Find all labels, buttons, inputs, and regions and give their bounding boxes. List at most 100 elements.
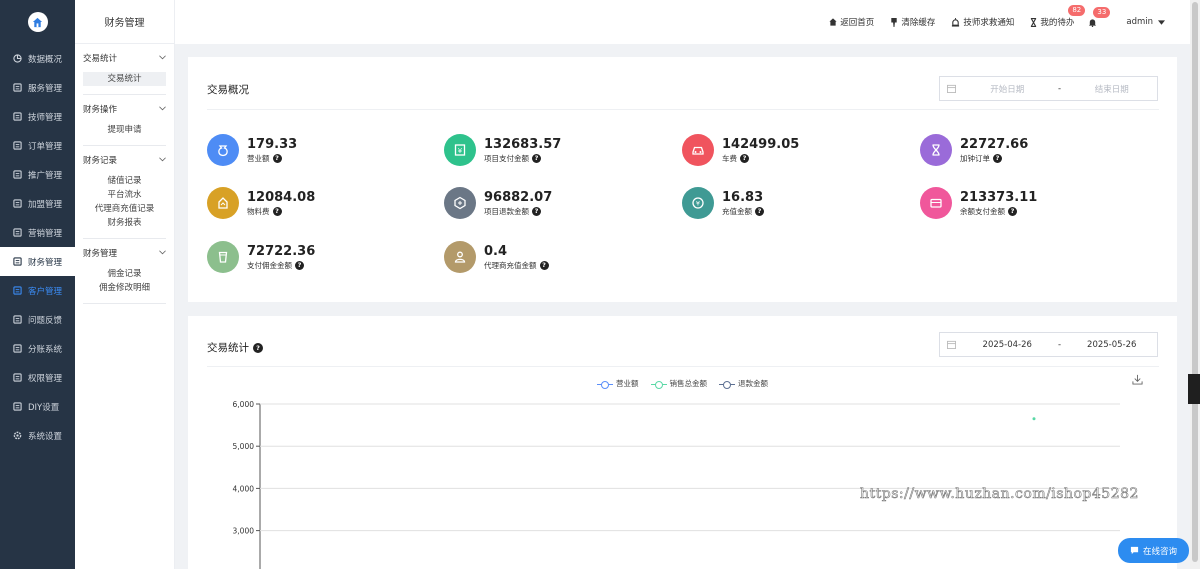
stat-label-text: 车费 <box>722 153 737 163</box>
stat-label-text: 加钟订单 <box>960 153 990 163</box>
nav-item-13[interactable]: DIY设置 <box>0 392 75 421</box>
help-icon[interactable]: ? <box>272 153 282 163</box>
nav-item-8[interactable]: 财务管理 <box>0 247 75 276</box>
user-name: admin <box>1126 17 1153 27</box>
stat-value: 16.83 <box>722 189 764 205</box>
nav-item-label: 数据概况 <box>28 54 63 65</box>
nav-item-label: 权限管理 <box>28 373 63 384</box>
nav-item-label: 营销管理 <box>28 228 63 239</box>
y-tick-label: 4,000 <box>233 484 255 493</box>
nav-item-11[interactable]: 分账系统 <box>0 334 75 363</box>
marketing-icon <box>12 228 22 238</box>
end-date-input[interactable]: 结束日期 <box>1067 83 1158 95</box>
todo-button[interactable]: 我的待办 82 <box>1030 5 1086 28</box>
stat-label: 支付佣金金额? <box>247 260 315 271</box>
nav-item-3[interactable]: 技师管理 <box>0 102 75 131</box>
nav-item-10[interactable]: 问题反馈 <box>0 305 75 334</box>
stat-value: 179.33 <box>247 136 298 152</box>
overview-date-range[interactable]: 开始日期 - 结束日期 <box>939 76 1158 101</box>
submenu-group: 财务管理 佣金记录 佣金修改明细 <box>83 239 166 304</box>
y-tick-label: 6,000 <box>233 400 255 409</box>
stat-value: 12084.08 <box>247 189 316 205</box>
scroll-thumb[interactable] <box>1192 2 1198 562</box>
submenu-item[interactable]: 佣金修改明细 <box>83 281 166 295</box>
stat-card: ¥16.83 充值金额? <box>682 187 764 219</box>
overview-card: 交易概况 开始日期 - 结束日期 179.33 营业额? ¥132683.57 项目支… <box>188 57 1177 302</box>
submenu-item[interactable]: 代理商充值记录 <box>83 202 166 216</box>
nav-item-label: 财务管理 <box>28 257 63 268</box>
submenu-item[interactable]: 财务报表 <box>83 216 166 230</box>
stat-card: 12084.08 物料费? <box>207 187 315 219</box>
scrollbar[interactable] <box>1190 0 1200 569</box>
todo-badge: 82 <box>1068 5 1086 16</box>
submenu-item[interactable]: 平台流水 <box>83 188 166 202</box>
help-icon[interactable]: ? <box>1008 206 1017 216</box>
notification-button[interactable]: 33 <box>1088 6 1111 27</box>
submenu-item[interactable]: 佣金记录 <box>83 267 166 281</box>
yuan-coin-icon: ¥ <box>682 187 714 219</box>
online-chat-button[interactable]: 在线咨询 <box>1118 538 1189 563</box>
todo-label: 我的待办 <box>1040 18 1075 28</box>
stat-label: 项目支付金额? <box>484 153 561 164</box>
stat-value: 0.4 <box>484 243 508 259</box>
y-tick-label: 5,000 <box>233 442 255 451</box>
nav-item-label: 系统设置 <box>28 431 63 442</box>
help-icon[interactable]: ? <box>993 153 1002 163</box>
start-date-input[interactable]: 开始日期 <box>962 83 1053 95</box>
submenu-item[interactable]: 提现申请 <box>83 123 166 137</box>
submenu-item[interactable]: 储值记录 <box>83 174 166 188</box>
nav-item-6[interactable]: 加盟管理 <box>0 189 75 218</box>
help-icon[interactable]: ? <box>272 206 282 216</box>
help-icon[interactable]: ? <box>755 206 764 216</box>
nav-item-12[interactable]: 权限管理 <box>0 363 75 392</box>
stat-label: 营业额? <box>247 153 297 164</box>
logo[interactable] <box>0 0 75 44</box>
money-bag-icon <box>207 134 239 166</box>
nav-item-label: 问题反馈 <box>28 315 63 326</box>
stat-label-text: 物料费 <box>247 206 270 216</box>
chevron-down-icon <box>159 53 166 63</box>
user-menu[interactable]: admin <box>1126 17 1168 27</box>
clear-cache-button[interactable]: 清除缓存 <box>890 16 935 28</box>
cup-icon <box>207 241 239 273</box>
order-icon <box>12 141 22 151</box>
stat-card: 213373.11 余额支付金额? <box>920 187 1037 219</box>
help-icon[interactable]: ? <box>532 206 541 216</box>
help-icon[interactable]: ? <box>539 260 549 270</box>
brush-icon <box>891 17 898 27</box>
nav-item-4[interactable]: 订单管理 <box>0 131 75 160</box>
submenu-group-title: 财务操作 <box>83 105 118 115</box>
submenu-group-header[interactable]: 财务操作 <box>83 95 166 123</box>
help-icon[interactable]: ? <box>532 153 541 163</box>
help-icon[interactable]: ? <box>740 153 749 163</box>
submenu-group: 财务记录 储值记录 平台流水 代理商充值记录 财务报表 <box>83 146 166 239</box>
submenu-group-header[interactable]: 财务管理 <box>83 239 166 267</box>
chevron-down-icon <box>159 104 166 114</box>
nav-item-2[interactable]: 服务管理 <box>0 73 75 102</box>
nav-item-7[interactable]: 营销管理 <box>0 218 75 247</box>
home-link[interactable]: 返回首页 <box>829 16 874 28</box>
nav-item-label: 技师管理 <box>28 112 63 123</box>
submenu-item[interactable]: 交易统计 <box>83 72 166 86</box>
nav-item-5[interactable]: 推广管理 <box>0 160 75 189</box>
yuan-card-icon: ¥ <box>444 134 476 166</box>
online-chat-label: 在线咨询 <box>1142 546 1177 557</box>
stat-card: 179.33 营业额? <box>207 134 297 166</box>
divider <box>207 109 1159 110</box>
nav-item-9[interactable]: 客户管理 <box>0 276 75 305</box>
home-logo-icon <box>27 12 48 32</box>
side-tab[interactable] <box>1188 374 1200 404</box>
submenu-group-header[interactable]: 财务记录 <box>83 146 166 174</box>
data-point[interactable] <box>1032 417 1036 421</box>
stat-label: 车费? <box>722 153 799 164</box>
nav-item-14[interactable]: 系统设置 <box>0 421 75 450</box>
clear-cache-label: 清除缓存 <box>901 18 936 28</box>
help-notice-button[interactable]: 技师求救通知 <box>951 16 1014 28</box>
nav-item-label: 加盟管理 <box>28 199 63 210</box>
top-bar: 返回首页 清除缓存 技师求救通知 我的待办 82 33 admin <box>175 0 1190 44</box>
help-icon[interactable]: ? <box>295 260 304 270</box>
nav-item-1[interactable]: 数据概况 <box>0 44 75 73</box>
nav-item-label: 服务管理 <box>28 83 63 94</box>
submenu-group-header[interactable]: 交易统计 <box>83 44 166 72</box>
stat-label: 代理商充值金额? <box>484 260 549 271</box>
